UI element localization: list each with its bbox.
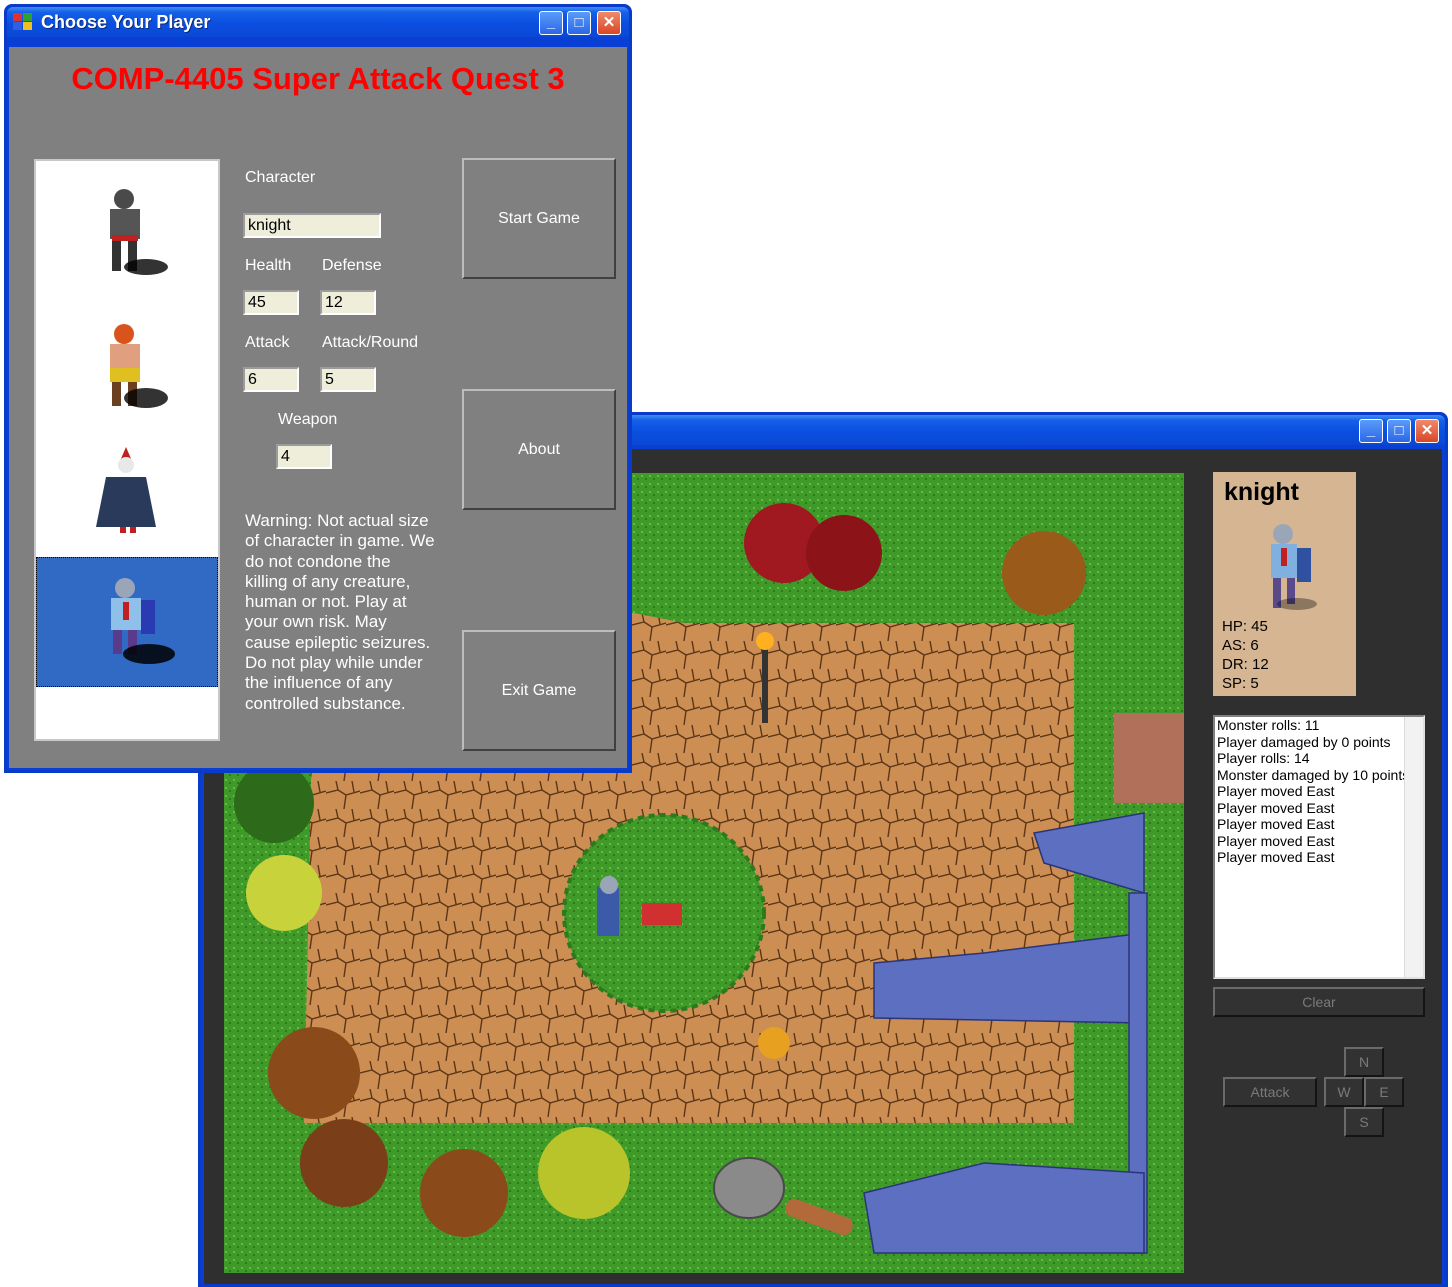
attack-field[interactable]: 6 bbox=[243, 367, 299, 392]
attack-button[interactable]: Attack bbox=[1223, 1077, 1317, 1107]
combat-log[interactable]: Monster rolls: 11 Player damaged by 0 po… bbox=[1213, 715, 1425, 979]
chooser-titlebar[interactable]: Choose Your Player _ □ ✕ bbox=[7, 7, 629, 37]
log-line: Player rolls: 14 bbox=[1217, 750, 1310, 766]
player-card: knight HP: 45 AS: 6 DR: 12 SP: 5 bbox=[1213, 472, 1356, 696]
log-line: Monster rolls: 11 bbox=[1217, 717, 1320, 733]
sp-stat: SP: 5 bbox=[1222, 675, 1259, 692]
app-icon bbox=[13, 13, 33, 31]
roof-tile bbox=[1114, 713, 1184, 803]
clear-button[interactable]: Clear bbox=[1213, 987, 1425, 1017]
wizard-sprite-icon bbox=[96, 447, 156, 533]
knight-on-map bbox=[597, 876, 619, 936]
as-stat: AS: 6 bbox=[1222, 637, 1259, 654]
health-field[interactable]: 45 bbox=[243, 290, 299, 315]
log-line: Player moved East bbox=[1217, 799, 1335, 816]
west-button[interactable]: W bbox=[1324, 1077, 1364, 1107]
hp-stat: HP: 45 bbox=[1222, 618, 1268, 635]
south-button[interactable]: S bbox=[1344, 1107, 1384, 1137]
start-game-button[interactable]: Start Game bbox=[462, 158, 616, 279]
log-line: Player moved East bbox=[1217, 832, 1335, 849]
log-line: Player moved East bbox=[1217, 816, 1335, 832]
health-label: Health bbox=[245, 257, 292, 274]
player-name: knight bbox=[1224, 478, 1299, 506]
character-label: Character bbox=[245, 169, 316, 186]
attack-label: Attack bbox=[245, 334, 290, 351]
north-button[interactable]: N bbox=[1344, 1047, 1384, 1077]
log-line: Player moved East bbox=[1217, 849, 1335, 865]
knight-sprite-icon bbox=[111, 578, 175, 664]
defense-field[interactable]: 12 bbox=[320, 290, 376, 315]
warning-text: Warning: Not actual size of character in… bbox=[245, 511, 435, 713]
log-line: Player moved East bbox=[1217, 783, 1335, 799]
knight-portrait-icon bbox=[1271, 524, 1317, 610]
maximize-icon[interactable]: □ bbox=[1387, 419, 1411, 443]
maximize-icon[interactable]: □ bbox=[567, 11, 591, 35]
game-title-heading: COMP-4405 Super Attack Quest 3 bbox=[71, 61, 565, 96]
log-line: Player damaged by 0 points bbox=[1217, 733, 1391, 750]
character-option-warrior[interactable] bbox=[36, 171, 218, 301]
minimize-icon[interactable]: _ bbox=[1359, 419, 1383, 443]
minimize-icon[interactable]: _ bbox=[539, 11, 563, 35]
character-field[interactable]: knight bbox=[243, 213, 381, 238]
about-button[interactable]: About bbox=[462, 389, 616, 510]
attack-round-field[interactable]: 5 bbox=[320, 367, 376, 392]
choose-player-window: Choose Your Player _ □ ✕ COMP-4405 Super… bbox=[4, 4, 632, 773]
weapon-label: Weapon bbox=[278, 411, 338, 428]
exit-game-button[interactable]: Exit Game bbox=[462, 630, 616, 751]
log-line: Monster damaged by 10 points bbox=[1217, 766, 1410, 783]
chooser-client-area: COMP-4405 Super Attack Quest 3 Character… bbox=[9, 47, 627, 768]
chooser-window-title: Choose Your Player bbox=[41, 12, 211, 32]
weapon-field[interactable]: 4 bbox=[276, 444, 332, 469]
defense-label: Defense bbox=[322, 257, 382, 274]
close-icon[interactable]: ✕ bbox=[597, 11, 621, 35]
character-option-dwarf[interactable] bbox=[36, 306, 218, 436]
log-scrollbar[interactable] bbox=[1404, 717, 1423, 977]
character-option-wizard[interactable] bbox=[36, 431, 218, 561]
east-button[interactable]: E bbox=[1364, 1077, 1404, 1107]
character-list[interactable] bbox=[34, 159, 220, 741]
attack-round-label: Attack/Round bbox=[322, 334, 419, 351]
character-option-knight[interactable] bbox=[36, 557, 218, 687]
dr-stat: DR: 12 bbox=[1222, 656, 1269, 673]
dwarf-sprite-icon bbox=[110, 324, 168, 408]
warrior-sprite-icon bbox=[110, 189, 168, 275]
close-icon[interactable]: ✕ bbox=[1415, 419, 1439, 443]
